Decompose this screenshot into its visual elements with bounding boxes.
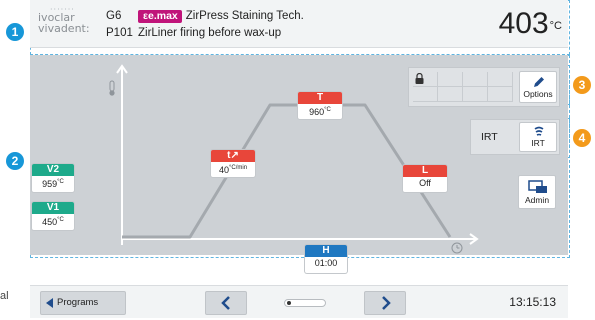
page-indicator-dot — [287, 301, 291, 305]
favorite-slot[interactable] — [463, 87, 488, 102]
admin-screen-icon — [528, 180, 547, 193]
callout-badge-1: 1 — [6, 23, 24, 41]
footer-bar: Programs 13:15:13 — [30, 285, 568, 318]
favorites-grid — [413, 72, 513, 102]
programs-button[interactable]: Programs — [40, 291, 126, 315]
options-button[interactable]: Options — [519, 71, 557, 103]
program-line: P101 ZirLiner firing before wax-up — [106, 27, 281, 39]
vacuum-1-label: V1 — [32, 202, 74, 214]
irt-sensor-icon — [534, 126, 544, 136]
vacuum-1-value: 450°C — [42, 217, 64, 227]
vacuum-2-value: 959°C — [42, 179, 64, 189]
options-panel: Options — [408, 67, 560, 107]
holding-time-label: H — [305, 245, 347, 257]
side-label: al — [0, 290, 9, 302]
long-cooling-tile[interactable]: L Off — [403, 165, 447, 192]
program-group-number: G6 — [106, 10, 122, 22]
program-group-line: G6 εe.max ZirPress Staining Tech. — [106, 10, 304, 23]
header-bar: ······· ivoclar vivadent: G6 εe.max ZirPre… — [30, 0, 568, 48]
favorite-slot[interactable] — [438, 72, 463, 87]
clock-time: 13:15:13 — [509, 295, 556, 309]
temperature-unit: °C — [549, 20, 562, 32]
favorite-slot[interactable] — [488, 72, 513, 87]
main-panel: T 960°C t↗ 40°C/min L Off H 01:00 V2 959… — [30, 55, 568, 273]
left-triangle-icon — [46, 298, 53, 308]
pencil-icon — [534, 77, 544, 87]
callout-badge-2: 2 — [6, 152, 24, 170]
furnace-temperature: 403°C — [499, 8, 562, 40]
long-cooling-label: L — [403, 165, 447, 177]
programs-button-label: Programs — [57, 297, 99, 308]
favorite-slot[interactable] — [413, 87, 438, 102]
options-button-label: Options — [523, 89, 553, 99]
emax-badge: εe.max — [138, 10, 182, 23]
next-page-button[interactable] — [364, 291, 406, 315]
chevron-left-icon — [221, 296, 230, 310]
irt-panel: IRT IRT — [470, 119, 560, 155]
favorite-slot[interactable] — [463, 72, 488, 87]
admin-button[interactable]: Admin — [518, 175, 556, 209]
program-number: P101 — [106, 27, 133, 39]
irt-button-label: IRT — [531, 138, 545, 148]
heat-rate-tile[interactable]: t↗ 40°C/min — [211, 150, 255, 177]
callout-badge-4: 4 — [573, 129, 591, 147]
lock-icon — [415, 73, 424, 84]
program-name: ZirLiner firing before wax-up — [138, 27, 282, 39]
screen: ······· ivoclar vivadent: G6 εe.max ZirPre… — [0, 0, 595, 320]
favorite-slot[interactable] — [488, 87, 513, 102]
chevron-right-icon — [382, 296, 391, 310]
temp-tile-value: 960°C — [309, 107, 331, 117]
admin-button-label: Admin — [524, 195, 550, 205]
irt-button[interactable]: IRT — [519, 122, 557, 152]
page-indicator — [284, 299, 326, 307]
vacuum-2-tile[interactable]: V2 959°C — [32, 164, 74, 192]
long-cooling-value: Off — [419, 178, 431, 188]
prev-page-button[interactable] — [205, 291, 247, 315]
program-group-name: ZirPress Staining Tech. — [185, 10, 304, 22]
vacuum-1-tile[interactable]: V1 450°C — [32, 202, 74, 230]
favorite-slot[interactable] — [438, 87, 463, 102]
holding-time-value: 01:00 — [314, 258, 338, 268]
callout-badge-3: 3 — [573, 76, 591, 94]
thermometer-icon — [109, 80, 115, 96]
firing-curve — [122, 103, 452, 239]
irt-status-text: IRT — [481, 131, 498, 143]
temp-tile-label: T — [298, 92, 342, 104]
holding-time-tile[interactable]: H 01:00 — [305, 245, 347, 273]
clock-icon — [451, 242, 463, 254]
temperature-value: 403 — [498, 7, 549, 40]
heat-rate-value: 40°C/min — [218, 165, 248, 175]
temp-tile[interactable]: T 960°C — [298, 92, 342, 119]
heat-rate-label: t↗ — [211, 150, 255, 162]
vacuum-2-label: V2 — [32, 164, 74, 176]
brand-logo: ······· ivoclar vivadent: — [38, 5, 90, 35]
